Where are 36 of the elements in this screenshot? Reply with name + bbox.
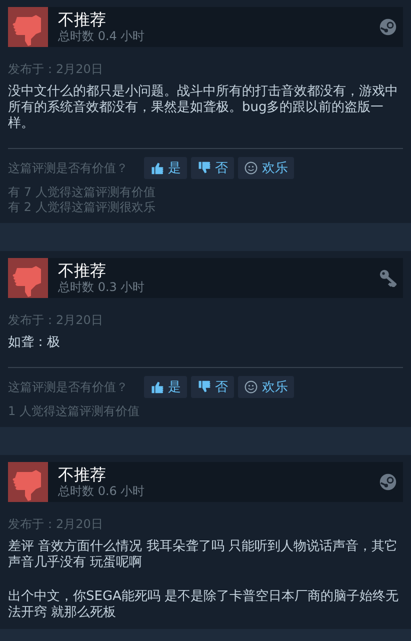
playtime-text: 总时数 0.3 小时 — [58, 280, 146, 295]
thumbs-down-icon — [8, 258, 48, 298]
smiley-icon — [244, 161, 258, 175]
review-text: 如聋：极 — [8, 335, 61, 351]
yes-button[interactable]: 是 — [144, 157, 187, 179]
thumbs-down-icon — [197, 161, 211, 175]
post-date: 发布于：2月20日 — [8, 312, 104, 329]
review-text: 出个中文，你SEGA能死吗 是不是除了卡普空日本厂商的脑子始终无法开窍 就那么死板 — [8, 589, 400, 621]
thumbs-down-icon — [197, 380, 211, 394]
steam-logo-icon — [379, 18, 397, 36]
steam-logo-icon — [379, 473, 397, 491]
playtime-text: 总时数 0.6 小时 — [58, 484, 146, 499]
review-text: 没中文什么的都只是小问题。战斗中所有的打击音效都没有，游戏中所有的系统音效都没有，果然是如聋极。bug多的跟以前的盗版一样。 — [8, 84, 399, 132]
vote-count-text: 有 2 人觉得这篇评测很欢乐 — [8, 200, 156, 215]
thumbs-up-icon — [150, 380, 164, 394]
yes-button[interactable]: 是 — [144, 376, 187, 398]
playtime-text: 总时数 0.4 小时 — [58, 29, 146, 44]
thumbs-down-icon — [8, 7, 48, 47]
verdict-title: 不推荐 — [58, 465, 107, 484]
no-button[interactable]: 否 — [191, 376, 234, 398]
no-button[interactable]: 否 — [191, 157, 234, 179]
review-text: 差评 音效方面什么情况 我耳朵聋了吗 只能听到人物说话声音，其它声音几乎没有 玩蛋呢啊 — [8, 539, 398, 571]
funny-button[interactable]: 欢乐 — [238, 157, 294, 179]
post-date: 发布于：2月20日 — [8, 61, 104, 78]
smiley-icon — [244, 380, 258, 394]
vote-count-text: 1 人觉得这篇评测有价值 — [8, 404, 140, 419]
verdict-title: 不推荐 — [58, 261, 107, 280]
helpful-question: 这篇评测是否有价值？ — [8, 160, 128, 176]
key-icon — [379, 269, 397, 287]
thumbs-down-icon — [8, 462, 48, 502]
thumbs-up-icon — [150, 161, 164, 175]
post-date: 发布于：2月20日 — [8, 516, 104, 533]
helpful-question: 这篇评测是否有价值？ — [8, 378, 128, 396]
funny-button[interactable]: 欢乐 — [238, 376, 294, 398]
verdict-title: 不推荐 — [58, 10, 107, 29]
vote-count-text: 有 7 人觉得这篇评测有价值 — [8, 185, 156, 200]
